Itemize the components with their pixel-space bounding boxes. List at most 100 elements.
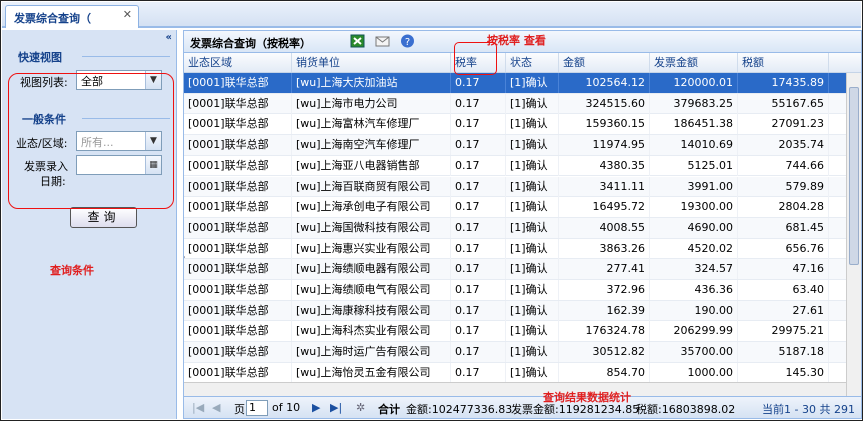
table-cell: 55167.65 <box>738 93 829 114</box>
table-row[interactable]: [0001]联华总部 [wu]上海国微科技有限公司 0.17 [1]确认 4008.55… <box>184 217 846 239</box>
table-cell: 4008.55 <box>559 217 650 238</box>
annotation-result-stats: 查询结果数据统计 <box>543 391 631 404</box>
table-cell: [0001]联华总部 <box>184 321 292 342</box>
grid-body: [0001]联华总部 [wu]上海大庆加油站 0.17 [1]确认 102564.12 1… <box>184 73 861 396</box>
divider <box>82 56 170 57</box>
table-cell: 4690.00 <box>650 217 738 238</box>
table-cell: [wu]上海绩顺电器有限公司 <box>292 259 451 280</box>
column-header[interactable]: 税额 <box>738 53 829 72</box>
table-cell: [0001]联华总部 <box>184 217 292 238</box>
table-cell: [1]确认 <box>506 300 559 321</box>
table-cell: 102564.12 <box>559 73 650 93</box>
tab-invoice-query[interactable]: 发票综合查询（ ✕ <box>5 5 139 28</box>
total-amount: 金额:102477336.83 <box>406 403 513 416</box>
table-cell: [0001]联华总部 <box>184 238 292 259</box>
table-cell: 176324.78 <box>559 321 650 342</box>
table-row[interactable]: [0001]联华总部 [wu]上海承创电子有限公司 0.17 [1]确认 16495.7… <box>184 197 846 218</box>
table-cell: [1]确认 <box>506 73 559 93</box>
table-row[interactable]: [0001]联华总部 [wu]上海时运广告有限公司 0.17 [1]确认 30512.8… <box>184 342 846 363</box>
vertical-scrollbar[interactable] <box>846 73 861 396</box>
table-cell: 5187.18 <box>738 342 829 363</box>
column-header[interactable]: 状态 <box>506 53 559 72</box>
table-cell: [wu]上海市电力公司 <box>292 93 451 114</box>
table-cell: [wu]上海大庆加油站 <box>292 73 451 93</box>
table-cell: 27.61 <box>738 300 829 321</box>
table-cell: [wu]上海惠兴实业有限公司 <box>292 238 451 259</box>
table-row[interactable]: [0001]联华总部 [wu]上海南空汽车修理厂 0.17 [1]确认 11974.95… <box>184 135 846 156</box>
table-row[interactable]: [0001]联华总部 [wu]上海亚八电器销售部 0.17 [1]确认 4380.35 5… <box>184 155 846 177</box>
table-cell: [0001]联华总部 <box>184 93 292 114</box>
table-cell: 656.76 <box>738 238 829 259</box>
table-cell: [0001]联华总部 <box>184 259 292 280</box>
annotation-query-conditions: 查询条件 <box>50 264 94 277</box>
table-cell: 11974.95 <box>559 135 650 156</box>
table-row[interactable]: [0001]联华总部 [wu]上海市电力公司 0.17 [1]确认 324515.60 3… <box>184 93 846 115</box>
table-cell: 0.17 <box>451 176 506 197</box>
table-cell: 206299.99 <box>650 321 738 342</box>
table-cell: 277.41 <box>559 259 650 280</box>
table-row[interactable]: [0001]联华总部 [wu]上海怡灵五金有限公司 0.17 [1]确认 854.70 1… <box>184 362 846 384</box>
table-cell: [1]确认 <box>506 280 559 300</box>
table-row[interactable]: [0001]联华总部 [wu]上海惠兴实业有限公司 0.17 [1]确认 3863.26… <box>184 238 846 260</box>
table-cell: 145.30 <box>738 362 829 383</box>
table-cell: 0.17 <box>451 155 506 176</box>
table-cell: [1]确认 <box>506 93 559 114</box>
table-row[interactable]: [0001]联华总部 [wu]上海百联商贸有限公司 0.17 [1]确认 3411.11… <box>184 176 846 198</box>
excel-export-icon[interactable] <box>350 34 365 48</box>
last-page-icon[interactable]: ▶| <box>330 401 342 414</box>
table-cell: 30512.82 <box>559 342 650 363</box>
table-cell: [1]确认 <box>506 114 559 135</box>
first-page-icon[interactable]: |◀ <box>192 401 204 414</box>
column-header[interactable]: 金额 <box>559 53 650 72</box>
table-cell: [0001]联华总部 <box>184 342 292 363</box>
close-icon[interactable]: ✕ <box>123 8 132 21</box>
table-cell: 0.17 <box>451 280 506 300</box>
column-header[interactable]: 发票金额 <box>650 53 738 72</box>
column-header[interactable]: 业态区域 <box>184 53 292 72</box>
table-cell: [1]确认 <box>506 342 559 363</box>
table-row[interactable]: [0001]联华总部 [wu]上海康稼科技有限公司 0.17 [1]确认 162.39 1… <box>184 300 846 322</box>
table-cell: [1]确认 <box>506 217 559 238</box>
table-cell: 0.17 <box>451 135 506 156</box>
refresh-icon[interactable]: ✲ <box>356 401 365 414</box>
table-row[interactable]: [0001]联华总部 [wu]上海富林汽车修理厂 0.17 [1]确认 159360.1… <box>184 114 846 136</box>
table-row[interactable]: [0001]联华总部 [wu]上海大庆加油站 0.17 [1]确认 102564.12 1… <box>184 73 846 94</box>
horizontal-scrollbar[interactable] <box>184 382 846 396</box>
page-count: of 10 <box>272 401 301 414</box>
annotation-box-tax-rate <box>454 42 497 75</box>
table-cell: [0001]联华总部 <box>184 362 292 383</box>
tab-title: 发票综合查询（ <box>14 12 91 25</box>
prev-page-icon[interactable]: ◀ <box>212 401 220 414</box>
table-cell: 579.89 <box>738 176 829 197</box>
table-cell: 324515.60 <box>559 93 650 114</box>
table-cell: [0001]联华总部 <box>184 197 292 218</box>
collapse-left-icon[interactable]: « <box>166 32 172 43</box>
scroll-thumb[interactable] <box>849 87 859 265</box>
table-cell: 186451.38 <box>650 114 738 135</box>
table-row[interactable]: [0001]联华总部 [wu]上海绩顺电器有限公司 0.17 [1]确认 277.41 3… <box>184 259 846 280</box>
table-cell: 47.16 <box>738 259 829 280</box>
table-cell: [1]确认 <box>506 238 559 259</box>
table-cell: 0.17 <box>451 259 506 280</box>
table-row[interactable]: [0001]联华总部 [wu]上海绩顺电气有限公司 0.17 [1]确认 372.96 4… <box>184 280 846 301</box>
query-button[interactable]: 查询 <box>70 207 137 228</box>
table-cell: [0001]联华总部 <box>184 300 292 321</box>
table-cell: [1]确认 <box>506 135 559 156</box>
table-cell: [wu]上海富林汽车修理厂 <box>292 114 451 135</box>
page-input[interactable]: 1 <box>246 400 268 416</box>
table-cell: 63.40 <box>738 280 829 300</box>
table-cell: [1]确认 <box>506 155 559 176</box>
table-cell: 744.66 <box>738 155 829 176</box>
table-cell: [wu]上海怡灵五金有限公司 <box>292 362 451 383</box>
next-page-icon[interactable]: ▶ <box>312 401 320 414</box>
table-cell: [wu]上海国微科技有限公司 <box>292 217 451 238</box>
table-cell: [0001]联华总部 <box>184 176 292 197</box>
table-cell: [0001]联华总部 <box>184 114 292 135</box>
table-cell: 35700.00 <box>650 342 738 363</box>
record-range: 当前1 - 30 共 291 <box>762 403 855 416</box>
mail-icon[interactable] <box>375 34 390 48</box>
total-tax: 税额:16803898.02 <box>636 403 736 416</box>
table-row[interactable]: [0001]联华总部 [wu]上海科杰实业有限公司 0.17 [1]确认 176324.… <box>184 321 846 343</box>
column-header[interactable]: 销货单位 <box>292 53 451 72</box>
help-icon[interactable]: ? <box>400 34 415 48</box>
